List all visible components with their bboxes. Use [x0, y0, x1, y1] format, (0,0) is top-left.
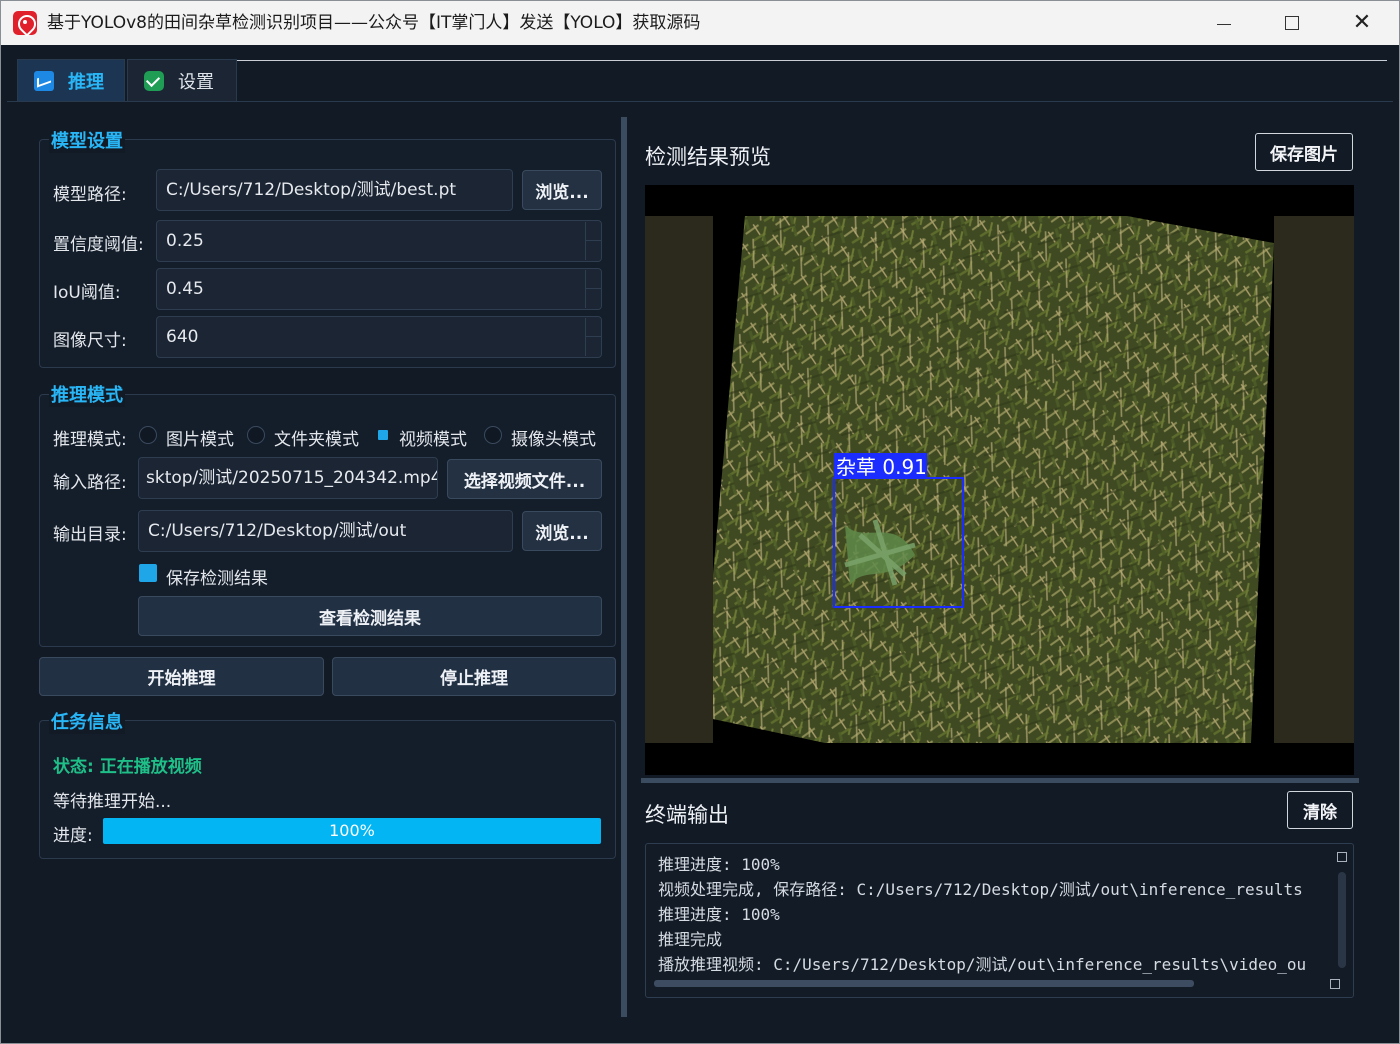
vertical-scroll-thumb[interactable] — [1338, 872, 1346, 968]
close-icon: ✕ — [1352, 10, 1372, 35]
minimize-icon — [1217, 23, 1231, 25]
image-mode-label[interactable]: 图片模式 — [166, 425, 234, 450]
chart-icon — [34, 70, 54, 91]
tab-divider — [237, 60, 1387, 61]
minimize-button[interactable] — [1191, 1, 1257, 45]
imgsz-stepper[interactable] — [585, 318, 601, 356]
conf-spinbox[interactable]: 0.25 — [156, 220, 602, 262]
model-settings-title: 模型设置 — [49, 127, 125, 153]
select-video-button[interactable]: 选择视频文件... — [447, 459, 602, 499]
save-results-checkbox[interactable] — [139, 564, 157, 582]
tab-inference[interactable]: 推理 — [17, 59, 125, 101]
model-path-label: 模型路径: — [53, 185, 127, 205]
terminal-horizontal-scrollbar[interactable] — [654, 979, 1344, 989]
preview-image: 杂草 0.91 — [713, 216, 1274, 743]
save-results-label[interactable]: 保存检测结果 — [166, 564, 268, 589]
radio-folder-mode[interactable] — [247, 426, 265, 444]
conf-value: 0.25 — [166, 231, 204, 251]
tab-settings-label: 设置 — [178, 71, 214, 93]
folder-mode-label[interactable]: 文件夹模式 — [274, 425, 359, 450]
detection-preview: 杂草 0.91 — [645, 185, 1354, 775]
imgsz-spinbox[interactable]: 640 — [156, 316, 602, 358]
iou-value: 0.45 — [166, 279, 204, 299]
model-path-input[interactable]: C:/Users/712/Desktop/测试/best.pt — [156, 169, 513, 211]
progress-label: 进度: — [53, 826, 93, 846]
scroll-right-icon[interactable] — [1330, 979, 1340, 989]
window-title: 基于YOLOv8的田间杂草检测识别项目——公众号【IT掌门人】发送【YOLO】获… — [47, 13, 701, 33]
start-inference-button[interactable]: 开始推理 — [39, 657, 324, 696]
input-path-label: 输入路径: — [53, 473, 127, 493]
status-text: 状态: 正在播放视频 — [53, 757, 202, 777]
conf-stepper[interactable] — [585, 222, 601, 260]
terminal-line: 推理进度: 100% — [658, 905, 780, 924]
mode-label: 推理模式: — [53, 430, 127, 450]
terminal-line: 播放推理视频: C:/Users/712/Desktop/测试/out\infe… — [658, 955, 1307, 974]
inference-mode-title: 推理模式 — [49, 381, 125, 407]
conf-label: 置信度阈值: — [53, 235, 144, 255]
imgsz-value: 640 — [166, 327, 199, 347]
title-bar: 基于YOLOv8的田间杂草检测识别项目——公众号【IT掌门人】发送【YOLO】获… — [1, 1, 1399, 45]
view-results-button[interactable]: 查看检测结果 — [138, 596, 602, 636]
output-dir-label: 输出目录: — [53, 525, 127, 545]
terminal-line: 视频处理完成, 保存路径: C:/Users/712/Desktop/测试/ou… — [658, 880, 1303, 899]
model-browse-button[interactable]: 浏览... — [522, 170, 602, 210]
progress-text: 100% — [329, 821, 375, 840]
preview-heading: 检测结果预览 — [645, 145, 771, 169]
terminal-heading: 终端输出 — [645, 803, 729, 827]
imgsz-label: 图像尺寸: — [53, 331, 127, 351]
clear-button[interactable]: 清除 — [1287, 791, 1353, 829]
iou-label: IoU阈值: — [53, 283, 121, 303]
scroll-up-icon[interactable] — [1337, 852, 1347, 862]
terminal-line: 推理完成 — [658, 930, 723, 949]
radio-camera-mode[interactable] — [484, 426, 502, 444]
iou-stepper[interactable] — [585, 270, 601, 308]
task-info-title: 任务信息 — [49, 708, 125, 734]
iou-spinbox[interactable]: 0.45 — [156, 268, 602, 310]
maximize-icon — [1285, 16, 1299, 30]
maximize-button[interactable] — [1259, 1, 1325, 45]
stop-inference-button[interactable]: 停止推理 — [332, 657, 616, 696]
video-mode-label[interactable]: 视频模式 — [399, 425, 467, 450]
close-button[interactable]: ✕ — [1329, 1, 1395, 45]
output-browse-button[interactable]: 浏览... — [522, 511, 602, 551]
radio-image-mode[interactable] — [139, 426, 157, 444]
app-logo-icon — [13, 11, 37, 35]
panel-splitter[interactable] — [621, 117, 627, 1017]
progress-bar: 100% — [103, 818, 601, 844]
tab-inference-label: 推理 — [68, 71, 104, 93]
check-icon — [144, 70, 164, 91]
save-image-button[interactable]: 保存图片 — [1255, 133, 1353, 171]
tab-settings[interactable]: 设置 — [127, 59, 237, 101]
terminal-output[interactable]: 推理进度: 100% 视频处理完成, 保存路径: C:/Users/712/De… — [645, 843, 1354, 998]
horizontal-scroll-thumb[interactable] — [654, 980, 1194, 987]
input-path-input[interactable]: sktop/测试/20250715_204342.mp4 — [138, 457, 438, 499]
task-message: 等待推理开始... — [53, 792, 172, 812]
camera-mode-label[interactable]: 摄像头模式 — [511, 425, 596, 450]
preview-terminal-divider[interactable] — [641, 778, 1359, 783]
terminal-line: 推理进度: 100% — [658, 855, 780, 874]
app-window: 基于YOLOv8的田间杂草检测识别项目——公众号【IT掌门人】发送【YOLO】获… — [0, 0, 1400, 1044]
terminal-vertical-scrollbar[interactable] — [1337, 852, 1347, 980]
radio-video-mode[interactable] — [378, 430, 388, 440]
output-dir-input[interactable]: C:/Users/712/Desktop/测试/out — [138, 510, 513, 552]
detection-label: 杂草 0.91 — [836, 455, 927, 479]
